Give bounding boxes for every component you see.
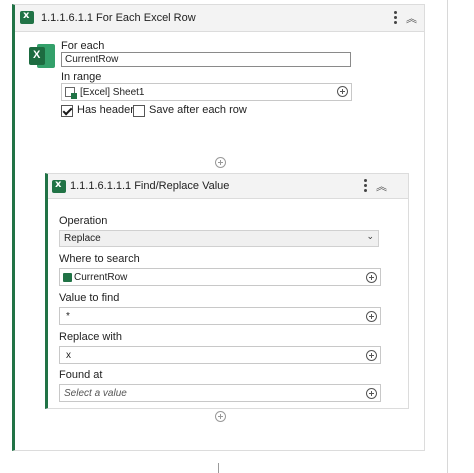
add-circle-icon[interactable] [366, 388, 377, 399]
in-range-label: In range [61, 71, 102, 83]
excel-icon [29, 44, 55, 68]
add-activity-icon[interactable] [215, 157, 226, 168]
activity-header[interactable]: 1.1.1.6.1.1.1 Find/Replace Value ︽ [48, 174, 408, 199]
for-each-input[interactable]: CurrentRow [61, 52, 351, 67]
replace-with-label: Replace with [59, 331, 122, 343]
excel-icon [20, 10, 34, 24]
excel-icon [63, 273, 72, 282]
add-circle-icon[interactable] [366, 272, 377, 283]
save-after-each-row-label: Save after each row [149, 104, 247, 116]
in-range-value: [Excel] Sheet1 [80, 87, 145, 98]
activity-title: 1.1.1.6.1.1 For Each Excel Row [41, 12, 196, 24]
for-each-excel-row-activity[interactable]: 1.1.1.6.1.1 For Each Excel Row ︽ For eac… [12, 4, 425, 451]
value-to-find-label: Value to find [59, 292, 120, 304]
for-each-label: For each [61, 40, 105, 52]
replace-with-field[interactable]: x [59, 346, 381, 364]
add-circle-icon[interactable] [366, 350, 377, 361]
save-after-each-row-checkbox[interactable] [133, 105, 145, 117]
where-to-search-field[interactable]: CurrentRow [59, 268, 381, 286]
found-at-placeholder: Select a value [64, 388, 127, 399]
value-to-find-value: * [66, 311, 70, 322]
operation-select[interactable]: Replace ⌄ [59, 230, 379, 247]
excel-icon [52, 179, 66, 193]
operation-label: Operation [59, 215, 108, 227]
more-options-icon[interactable] [392, 10, 398, 26]
collapse-icon[interactable]: ︽ [376, 178, 387, 194]
add-activity-icon[interactable] [215, 411, 226, 422]
found-at-label: Found at [59, 369, 103, 381]
operation-value: Replace [64, 233, 101, 244]
scroll-divider [447, 0, 448, 473]
where-to-search-value: CurrentRow [74, 272, 128, 283]
collapse-icon[interactable]: ︽ [406, 10, 417, 26]
found-at-field[interactable]: Select a value [59, 384, 381, 402]
has-headers-checkbox[interactable] [61, 105, 73, 117]
add-circle-icon[interactable] [337, 86, 348, 97]
has-headers-label: Has headers [77, 104, 140, 116]
replace-with-value: x [66, 350, 71, 361]
where-to-search-label: Where to search [59, 253, 140, 265]
activity-header[interactable]: 1.1.1.6.1.1 For Each Excel Row ︽ [15, 5, 424, 32]
more-options-icon[interactable] [362, 178, 368, 194]
chevron-down-icon: ⌄ [366, 232, 374, 242]
range-icon [65, 87, 77, 99]
in-range-field[interactable]: [Excel] Sheet1 [61, 83, 352, 101]
activity-title: 1.1.1.6.1.1.1 Find/Replace Value [70, 180, 230, 192]
value-to-find-field[interactable]: * [59, 307, 381, 325]
connector-line [218, 463, 219, 473]
find-replace-value-activity[interactable]: 1.1.1.6.1.1.1 Find/Replace Value ︽ Opera… [45, 173, 409, 409]
add-circle-icon[interactable] [366, 311, 377, 322]
